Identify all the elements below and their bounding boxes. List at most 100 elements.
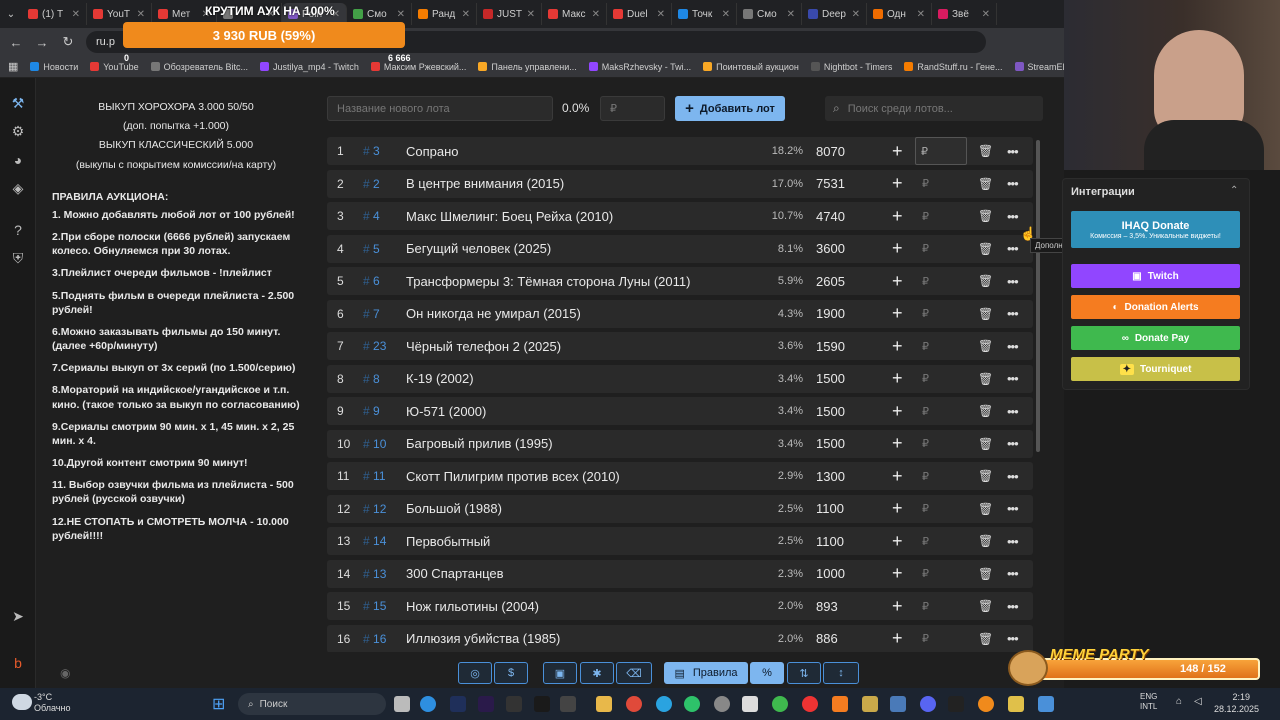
whatsapp-icon[interactable]: [684, 696, 700, 712]
browser-tab[interactable]: JUST ✕: [477, 3, 542, 25]
bookmark-item[interactable]: Justilya_mp4 - Twitch: [259, 62, 359, 72]
layers-icon[interactable]: ◈: [8, 178, 28, 198]
yandex-icon[interactable]: [802, 696, 818, 712]
lot-name[interactable]: Чёрный телефон 2 (2025): [406, 339, 561, 354]
plus-icon[interactable]: +: [892, 401, 903, 422]
hammer-icon[interactable]: ⚒: [8, 93, 28, 113]
lot-name[interactable]: Скотт Пилигрим против всех (2010): [406, 469, 620, 484]
donation-alerts-button[interactable]: ◐ Donation Alerts: [1071, 295, 1240, 319]
more-icon[interactable]: •••: [1007, 209, 1019, 224]
sort-icon[interactable]: ↕: [823, 662, 859, 684]
scrollbar[interactable]: [1036, 140, 1040, 452]
bookmark-item[interactable]: Панель управлени...: [478, 62, 577, 72]
plus-icon[interactable]: +: [892, 141, 903, 162]
trash-icon[interactable]: 🗑: [978, 437, 993, 451]
more-icon[interactable]: •••: [1007, 534, 1019, 549]
search-input[interactable]: ⌕ Поиск среди лотов...: [825, 96, 1043, 121]
plus-icon[interactable]: +: [892, 173, 903, 194]
browser-tab[interactable]: Duel ✕: [607, 3, 672, 25]
lot-amount-input[interactable]: ₽: [922, 340, 929, 353]
browser-tab[interactable]: Точк ✕: [672, 3, 737, 25]
more-icon[interactable]: •••: [1007, 631, 1019, 646]
bookmark-item[interactable]: RandStuff.ru - Гене...: [904, 62, 1003, 72]
plus-icon[interactable]: +: [892, 238, 903, 259]
plus-icon[interactable]: +: [892, 531, 903, 552]
close-icon[interactable]: ✕: [787, 9, 795, 20]
lot-name[interactable]: Нож гильотины (2004): [406, 599, 539, 614]
taskbar-search[interactable]: ⌕ Поиск: [238, 693, 386, 715]
tab-menu-icon[interactable]: ⌄: [0, 9, 22, 20]
lot-name[interactable]: Ю-571 (2000): [406, 404, 486, 419]
trash-icon[interactable]: 🗑: [978, 144, 993, 158]
folder-icon[interactable]: [596, 696, 612, 712]
trash-icon[interactable]: 🗑: [978, 339, 993, 353]
more-icon[interactable]: •••: [1007, 436, 1019, 451]
browser-tab[interactable]: Звё ✕: [932, 3, 997, 25]
lot-name[interactable]: Первобытный: [406, 534, 490, 549]
more-icon[interactable]: •••: [1007, 501, 1019, 516]
app-icon[interactable]: [772, 696, 788, 712]
browser-tab[interactable]: Смо ✕: [737, 3, 802, 25]
save-icon[interactable]: ▣: [543, 662, 577, 684]
trash-icon[interactable]: 🗑: [978, 502, 993, 516]
lot-name[interactable]: Он никогда не умирал (2015): [406, 306, 581, 321]
reload-icon[interactable]: ↻: [60, 34, 76, 50]
discord-icon[interactable]: [920, 696, 936, 712]
telegram-icon[interactable]: [656, 696, 672, 712]
trash-icon[interactable]: 🗑: [978, 242, 993, 256]
more-icon[interactable]: •••: [1007, 566, 1019, 581]
lot-amount-input[interactable]: ₽: [922, 177, 929, 190]
close-icon[interactable]: ✕: [527, 9, 535, 20]
bookmark-item[interactable]: StreamElements - M...: [1014, 62, 1064, 72]
plus-icon[interactable]: +: [892, 303, 903, 324]
lot-name[interactable]: Бегущий человек (2025): [406, 241, 551, 256]
bookmark-item[interactable]: Новости: [30, 62, 78, 72]
gear-icon[interactable]: ⚙: [8, 121, 28, 141]
trash-icon[interactable]: 🗑: [978, 372, 993, 386]
plus-icon[interactable]: +: [892, 466, 903, 487]
lot-amount-input[interactable]: ₽: [922, 632, 929, 645]
lot-amount-input[interactable]: ₽: [922, 242, 929, 255]
forward-icon[interactable]: →: [34, 35, 50, 50]
lot-amount-input[interactable]: ₽: [922, 567, 929, 580]
plus-icon[interactable]: +: [892, 271, 903, 292]
chevron-up-icon[interactable]: ⌃: [1230, 185, 1238, 196]
lot-amount-input[interactable]: ₽: [922, 502, 929, 515]
plus-icon[interactable]: +: [892, 596, 903, 617]
browser-tab[interactable]: Одн ✕: [867, 3, 932, 25]
task-view-icon[interactable]: [394, 696, 410, 712]
trash-icon[interactable]: 🗑: [978, 404, 993, 418]
app-icon[interactable]: [714, 696, 730, 712]
telegram-icon[interactable]: ➤: [8, 606, 28, 626]
lot-name[interactable]: Трансформеры 3: Тёмная сторона Луны (201…: [406, 274, 690, 289]
bookmark-item[interactable]: Поинтовый аукцион: [703, 62, 799, 72]
lot-amount-input[interactable]: ₽: [922, 275, 929, 288]
bookmark-item[interactable]: Обозреватель Bitc...: [150, 62, 248, 72]
tourniquet-button[interactable]: ✦ Tourniquet: [1071, 357, 1240, 381]
plus-icon[interactable]: +: [892, 563, 903, 584]
split-icon[interactable]: ⇅: [787, 662, 821, 684]
trash-icon[interactable]: 🗑: [978, 534, 993, 548]
lot-name[interactable]: Макс Шмелинг: Боец Рейха (2010): [406, 209, 613, 224]
lot-amount-input[interactable]: ₽: [922, 535, 929, 548]
trash-icon[interactable]: 🗑: [978, 209, 993, 223]
lot-amount-input[interactable]: ₽: [922, 470, 929, 483]
app-icon[interactable]: [506, 696, 522, 712]
more-icon[interactable]: •••: [1007, 241, 1019, 256]
close-icon[interactable]: ✕: [722, 9, 730, 20]
close-icon[interactable]: ✕: [852, 9, 860, 20]
lot-name[interactable]: Большой (1988): [406, 501, 502, 516]
bookmark-item[interactable]: MaksRzhevsky - Twi...: [588, 62, 691, 72]
vlc-icon[interactable]: [832, 696, 848, 712]
language-indicator[interactable]: ENG INTL: [1140, 692, 1157, 711]
rules-button[interactable]: ▤ Правила: [664, 662, 748, 684]
trash-icon[interactable]: 🗑: [978, 469, 993, 483]
network-icon[interactable]: ⌂: [1176, 696, 1182, 707]
close-icon[interactable]: ✕: [137, 9, 145, 20]
back-icon[interactable]: ←: [8, 35, 24, 50]
percent-icon[interactable]: %: [750, 662, 784, 684]
grid-icon[interactable]: [890, 696, 906, 712]
lot-amount-input[interactable]: ₽: [922, 405, 929, 418]
app-icon[interactable]: [862, 696, 878, 712]
trash-icon[interactable]: 🗑: [978, 274, 993, 288]
